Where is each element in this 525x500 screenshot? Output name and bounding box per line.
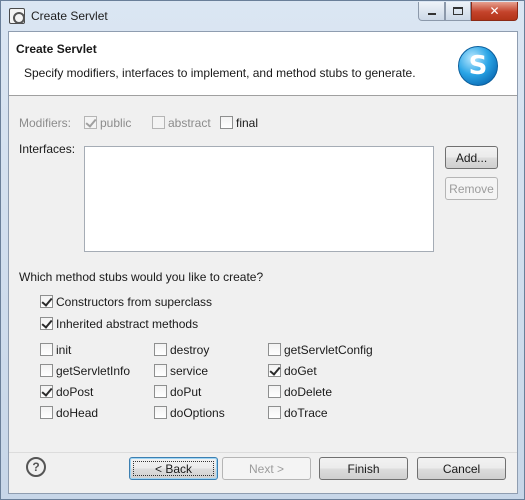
banner-title: Create Servlet	[16, 42, 97, 56]
stub-init-label: init	[56, 343, 72, 357]
maximize-button[interactable]	[445, 2, 471, 21]
close-icon: ✕	[489, 4, 500, 18]
close-button[interactable]: ✕	[471, 2, 518, 21]
modifier-final-label: final	[236, 116, 259, 130]
add-button-label: Add...	[455, 150, 488, 165]
stub-doget-label: doGet	[284, 364, 317, 378]
stub-dotrace-checkbox[interactable]	[268, 406, 281, 419]
back-button[interactable]: < Back	[129, 457, 218, 480]
modifiers-label: Modifiers:	[19, 116, 72, 130]
dialog-client-area: Create Servlet Specify modifiers, interf…	[8, 31, 518, 494]
help-icon[interactable]: ?	[26, 457, 46, 477]
constructors-checkbox[interactable]	[40, 295, 53, 308]
banner-description: Specify modifiers, interfaces to impleme…	[24, 66, 416, 80]
footer-separator	[9, 452, 517, 453]
stub-dodelete-checkbox[interactable]	[268, 385, 281, 398]
stub-doput-label: doPut	[170, 385, 202, 399]
window-title: Create Servlet	[31, 9, 108, 23]
finish-button-label: Finish	[347, 461, 380, 476]
stub-destroy-checkbox[interactable]	[154, 343, 167, 356]
finish-button[interactable]: Finish	[319, 457, 408, 480]
servlet-wizard-icon	[9, 8, 25, 24]
inherited-abstract-label: Inherited abstract methods	[56, 317, 199, 331]
minimize-button[interactable]	[418, 2, 445, 21]
next-button-label: Next >	[248, 461, 284, 476]
add-interface-button[interactable]: Add...	[445, 146, 498, 169]
dialog-window: Create Servlet ✕ Create Servlet Specify …	[0, 0, 525, 500]
minimize-icon	[427, 13, 436, 15]
stub-destroy-label: destroy	[170, 343, 210, 357]
stub-dohead-label: doHead	[56, 406, 99, 420]
modifier-abstract-label: abstract	[168, 116, 211, 130]
title-bar[interactable]: Create Servlet ✕	[1, 1, 524, 31]
stub-getservletinfo-label: getServletInfo	[56, 364, 131, 378]
stub-dodelete-label: doDelete	[284, 385, 333, 399]
servlet-logo-icon: S	[458, 46, 498, 86]
cancel-button-label: Cancel	[442, 461, 481, 476]
wizard-banner: Create Servlet Specify modifiers, interf…	[9, 32, 517, 96]
modifier-abstract-checkbox[interactable]	[152, 116, 165, 129]
stub-dopost-checkbox[interactable]	[40, 385, 53, 398]
method-stubs-question: Which method stubs would you like to cre…	[19, 270, 264, 284]
stub-getservletinfo-checkbox[interactable]	[40, 364, 53, 377]
stub-doput-checkbox[interactable]	[154, 385, 167, 398]
stub-getservletconfig-label: getServletConfig	[284, 343, 373, 357]
cancel-button[interactable]: Cancel	[417, 457, 506, 480]
stub-service-checkbox[interactable]	[154, 364, 167, 377]
next-button[interactable]: Next >	[222, 457, 311, 480]
stub-init-checkbox[interactable]	[40, 343, 53, 356]
modifier-final-checkbox[interactable]	[220, 116, 233, 129]
stub-doget-checkbox[interactable]	[268, 364, 281, 377]
constructors-label: Constructors from superclass	[56, 295, 213, 309]
remove-interface-button[interactable]: Remove	[445, 177, 498, 200]
modifier-public-checkbox[interactable]	[84, 116, 97, 129]
maximize-icon	[453, 7, 463, 15]
back-button-label: < Back	[154, 461, 193, 476]
modifier-public-label: public	[100, 116, 132, 130]
interfaces-label: Interfaces:	[19, 142, 76, 156]
stub-dooptions-checkbox[interactable]	[154, 406, 167, 419]
stub-dotrace-label: doTrace	[284, 406, 328, 420]
remove-button-label: Remove	[449, 181, 494, 196]
stub-getservletconfig-checkbox[interactable]	[268, 343, 281, 356]
stub-dopost-label: doPost	[56, 385, 94, 399]
stub-dooptions-label: doOptions	[170, 406, 225, 420]
stub-dohead-checkbox[interactable]	[40, 406, 53, 419]
inherited-abstract-checkbox[interactable]	[40, 317, 53, 330]
interfaces-list[interactable]	[84, 146, 434, 252]
stub-service-label: service	[170, 364, 209, 378]
